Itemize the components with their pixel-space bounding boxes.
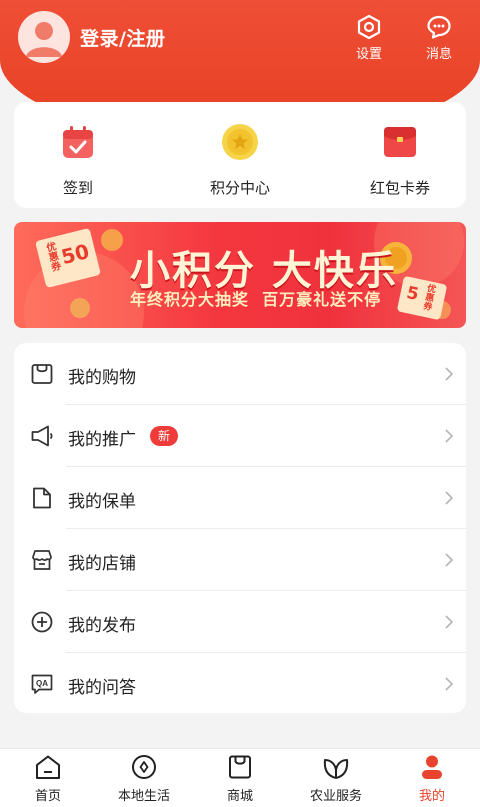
menu-item-my-shopping[interactable]: 我的购物 xyxy=(14,343,466,405)
tab-mine[interactable]: 我的 xyxy=(384,754,480,804)
messages-button[interactable]: 消息 xyxy=(415,14,463,62)
calendar-check-icon xyxy=(63,126,93,158)
menu-item-my-store[interactable]: 我的店铺 xyxy=(14,529,466,591)
check-in-button[interactable]: 签到 xyxy=(18,122,138,198)
my-menu-list: 我的购物 我的推广 新 我的保单 我的店铺 我的发布 QA 我的问答 xyxy=(14,343,466,713)
shopping-bag-icon xyxy=(31,364,53,384)
tab-label: 首页 xyxy=(34,789,61,804)
tab-label: 农业服务 xyxy=(309,789,362,804)
leaf-icon xyxy=(323,759,349,779)
menu-item-label: 我的发布 xyxy=(68,616,136,636)
menu-item-my-posts[interactable]: 我的发布 xyxy=(14,591,466,653)
settings-button[interactable]: 设置 xyxy=(345,14,393,62)
new-badge: 新 xyxy=(150,426,179,446)
tab-label: 本地生活 xyxy=(117,789,170,804)
menu-item-label: 我的保单 xyxy=(68,492,136,512)
coupon-right-value: 5 xyxy=(404,282,421,305)
chevron-right-icon xyxy=(445,367,454,381)
menu-item-label: 我的店铺 xyxy=(68,554,136,574)
tab-label: 商城 xyxy=(226,789,253,804)
home-icon xyxy=(36,755,60,779)
megaphone-icon xyxy=(31,425,53,447)
red-envelope-label: 红包卡券 xyxy=(369,179,430,197)
menu-item-my-promotion[interactable]: 我的推广 新 xyxy=(14,405,466,467)
check-in-label: 签到 xyxy=(62,179,93,197)
points-lottery-banner[interactable]: 优惠券 50 5 优惠券 小积分 大快乐 年终积分大抽奖 百万豪礼送不停 xyxy=(14,222,466,328)
login-register-link[interactable]: 登录/注册 xyxy=(80,24,165,51)
menu-item-label: 我的问答 xyxy=(68,678,136,698)
coupon-right-label: 优惠券 xyxy=(420,282,437,312)
bottom-tab-bar: 首页 本地生活 商城 农业服务 我的 xyxy=(0,748,480,807)
menu-item-my-policies[interactable]: 我的保单 xyxy=(14,467,466,529)
bag-icon xyxy=(229,755,251,779)
plus-circle-icon xyxy=(31,611,53,633)
header-bar: 登录/注册 设置 消息 xyxy=(0,0,480,78)
menu-item-label: 我的推广 xyxy=(68,430,136,450)
gold-coin-star-icon xyxy=(222,124,258,160)
user-icon xyxy=(422,755,442,779)
store-icon xyxy=(32,550,52,570)
chevron-right-icon xyxy=(445,615,454,629)
qa-chat-icon: QA xyxy=(31,674,53,694)
chevron-right-icon xyxy=(445,553,454,567)
avatar[interactable] xyxy=(18,11,70,63)
points-center-button[interactable]: 积分中心 xyxy=(180,122,300,198)
points-center-label: 积分中心 xyxy=(209,179,270,197)
document-icon xyxy=(33,487,51,509)
chevron-right-icon xyxy=(445,677,454,691)
tab-local-life[interactable]: 本地生活 xyxy=(96,754,192,804)
chat-bubble-icon xyxy=(427,15,451,39)
red-envelope-icon xyxy=(384,127,416,157)
settings-hexagon-icon xyxy=(357,14,381,40)
messages-label: 消息 xyxy=(425,47,452,62)
tab-agri-service[interactable]: 农业服务 xyxy=(288,754,384,804)
quick-actions-card: 签到 积分中心 红包卡券 xyxy=(14,102,466,208)
svg-text:QA: QA xyxy=(36,679,48,688)
banner-subtitle: 年终积分大抽奖 百万豪礼送不停 xyxy=(130,290,382,309)
menu-item-my-qa[interactable]: QA 我的问答 xyxy=(14,653,466,715)
tab-mall[interactable]: 商城 xyxy=(192,754,288,804)
menu-item-label: 我的购物 xyxy=(68,368,136,388)
coupon-left-value: 50 xyxy=(58,239,92,270)
tab-label: 我的 xyxy=(418,789,445,804)
tab-home[interactable]: 首页 xyxy=(0,754,96,804)
settings-label: 设置 xyxy=(355,47,382,62)
chevron-right-icon xyxy=(445,491,454,505)
chevron-right-icon xyxy=(445,429,454,443)
location-icon xyxy=(132,755,156,779)
default-avatar-icon xyxy=(26,22,62,57)
red-envelope-coupons-button[interactable]: 红包卡券 xyxy=(340,122,460,198)
